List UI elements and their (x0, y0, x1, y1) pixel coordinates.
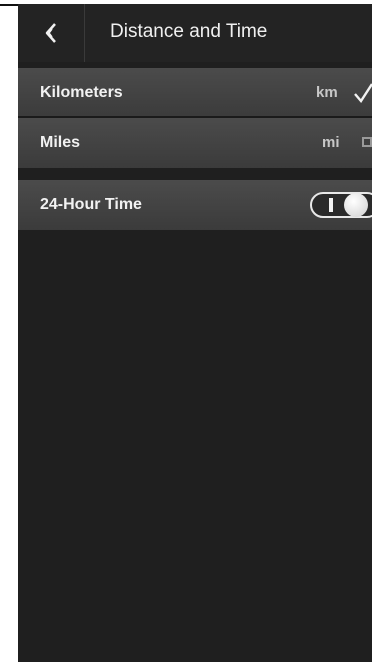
24-hour-time-label: 24-Hour Time (40, 196, 142, 213)
check-icon (354, 83, 372, 104)
24-hour-time-toggle[interactable] (310, 192, 372, 218)
page-title: Distance and Time (110, 21, 268, 42)
toggle-on-indicator (329, 198, 333, 212)
toggle-knob[interactable] (344, 193, 368, 217)
unchecked-box-icon (362, 137, 372, 147)
kilometers-unit: km (316, 84, 338, 101)
group-gap (18, 168, 372, 180)
header-bar: Distance and Time (18, 4, 372, 62)
back-button[interactable] (18, 4, 84, 62)
24-hour-time-row: 24-Hour Time (18, 180, 372, 230)
settings-screen: Distance and Time Kilometers km Miles mi… (18, 4, 372, 662)
chevron-left-icon (45, 23, 56, 43)
miles-unit: mi (322, 134, 340, 151)
miles-option[interactable]: Miles mi (18, 118, 372, 168)
kilometers-option[interactable]: Kilometers km (18, 68, 372, 118)
kilometers-label: Kilometers (40, 84, 123, 101)
header-divider (84, 4, 85, 62)
miles-label: Miles (40, 134, 81, 151)
